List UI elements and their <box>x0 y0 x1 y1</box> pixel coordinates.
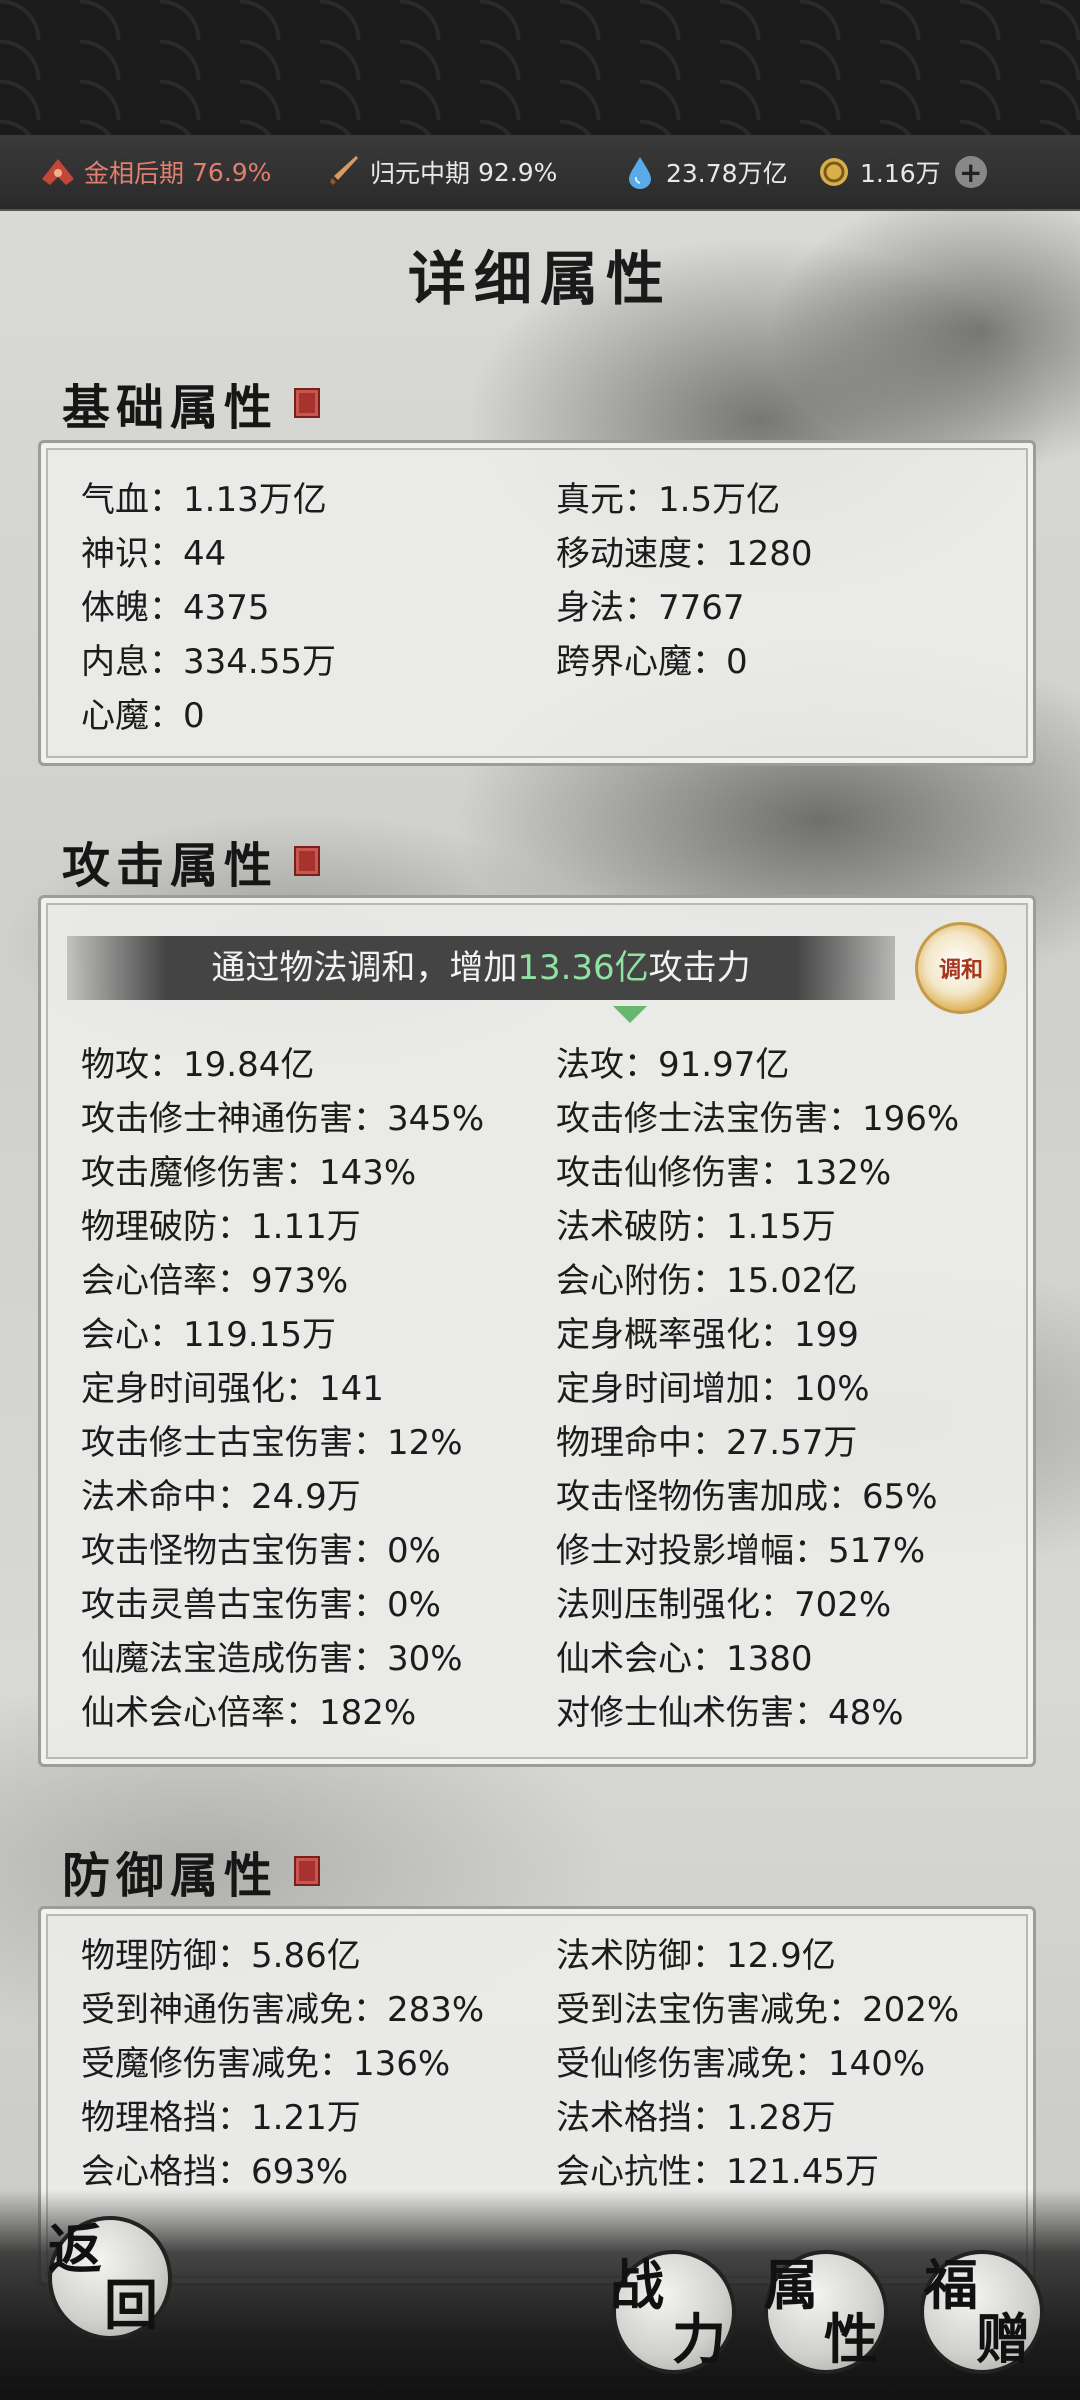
attr-cell: 身法：7767 <box>556 588 745 628</box>
basic-attributes-grid: 气血：1.13万亿 真元：1.5万亿 神识：44 移动速度：1280 体魄：43… <box>81 473 1013 743</box>
resource-bar: 金相后期 76.9% 归元中期 92.9% 23.78万亿 1.16万 + <box>0 135 1080 211</box>
attr-cell: 内息：334.55万 <box>81 642 336 682</box>
attr-cell: 受到神通伤害减免：283% <box>81 1990 485 2030</box>
attr-cell: 攻击修士神通伤害：345% <box>81 1099 485 1139</box>
attr-cell: 心魔：0 <box>81 696 205 736</box>
sword-icon <box>326 154 362 190</box>
attr-cell: 攻击修士古宝伤害：12% <box>81 1423 463 1463</box>
attr-cell: 定身概率强化：199 <box>556 1315 859 1355</box>
attr-cell: 攻击仙修伤害：132% <box>556 1153 892 1193</box>
add-coin-button[interactable]: + <box>954 156 987 189</box>
harmony-banner: 通过物法调和，增加13.36亿攻击力 <box>67 936 895 1000</box>
harmony-button[interactable]: 调和 <box>915 922 1007 1014</box>
back-button[interactable]: 返 回 <box>48 2216 172 2340</box>
harmony-label: 调和 <box>938 957 983 983</box>
attr-cell: 修士对投影增幅：517% <box>556 1531 926 1571</box>
attr-cell: 攻击怪物古宝伤害：0% <box>81 1531 441 1571</box>
attr-cell: 物理命中：27.57万 <box>556 1423 858 1463</box>
attributes-button[interactable]: 属 性 <box>764 2250 888 2374</box>
attr-cell: 受魔修伤害减免：136% <box>81 2044 451 2084</box>
attr-cell: 法术命中：24.9万 <box>81 1477 361 1517</box>
realm-value: 76.9% <box>192 157 272 187</box>
resource-spirit: 23.78万亿 <box>622 135 788 209</box>
attr-cell: 定身时间增加：10% <box>556 1369 870 1409</box>
page-title: 详细属性 <box>407 245 672 313</box>
gift-char-2: 赠 <box>976 2307 1030 2371</box>
seal-stamp-icon <box>294 846 321 876</box>
attr-cell: 仙魔法宝造成伤害：30% <box>81 1639 463 1679</box>
seal-stamp-icon <box>294 1856 321 1886</box>
back-char-1: 返 <box>48 2217 102 2281</box>
attr-cell: 法术防御：12.9亿 <box>556 1936 836 1976</box>
attributes-char-2: 性 <box>824 2307 878 2371</box>
attr-cell: 攻击魔修伤害：143% <box>81 1153 417 1193</box>
attr-cell: 体魄：4375 <box>81 588 270 628</box>
back-char-2: 回 <box>104 2273 158 2337</box>
attr-cell: 会心：119.15万 <box>81 1315 336 1355</box>
gift-char-1: 福 <box>924 2253 978 2317</box>
gift-button[interactable]: 福 赠 <box>920 2250 1044 2374</box>
section-title-defense: 防御属性 <box>62 1836 321 1906</box>
attr-cell: 物攻：19.84亿 <box>81 1045 315 1085</box>
coin-icon <box>816 154 852 190</box>
sword-realm-value: 92.9% <box>478 157 558 187</box>
attr-cell: 定身时间强化：141 <box>81 1369 384 1409</box>
attr-cell: 物理破防：1.11万 <box>81 1207 361 1247</box>
basic-attributes-panel: 气血：1.13万亿 真元：1.5万亿 神识：44 移动速度：1280 体魄：43… <box>38 440 1036 766</box>
attr-cell: 受仙修伤害减免：140% <box>556 2044 926 2084</box>
attributes-char-1: 属 <box>764 2253 818 2317</box>
attack-title-text: 攻击属性 <box>62 838 279 894</box>
section-title-basic: 基础属性 <box>62 368 321 438</box>
attr-cell: 物理格挡：1.21万 <box>81 2098 361 2138</box>
attr-cell: 物理防御：5.86亿 <box>81 1936 361 1976</box>
resource-sword: 归元中期 92.9% <box>326 135 557 209</box>
top-pattern-band <box>0 0 1080 135</box>
power-char-2: 力 <box>672 2307 726 2371</box>
attr-cell: 对修士仙术伤害：48% <box>556 1693 904 1733</box>
attr-cell <box>556 689 1026 743</box>
resource-coin: 1.16万 + <box>816 135 987 209</box>
attr-cell: 攻击怪物伤害加成：65% <box>556 1477 938 1517</box>
power-char-1: 战 <box>610 2253 664 2317</box>
attr-cell: 攻击修士法宝伤害：196% <box>556 1099 960 1139</box>
attr-cell: 攻击灵兽古宝伤害：0% <box>81 1585 441 1625</box>
attr-cell: 神识：44 <box>81 534 227 574</box>
attr-cell: 仙术会心：1380 <box>556 1639 813 1679</box>
sword-realm-label: 归元中期 <box>370 159 471 188</box>
resource-realm: 金相后期 76.9% <box>40 135 271 209</box>
attack-attributes-panel: 通过物法调和，增加13.36亿攻击力 调和 物攻：19.84亿 法攻：91.97亿… <box>38 895 1036 1767</box>
banner-text-suffix: 攻击力 <box>648 948 751 988</box>
down-arrow-icon <box>613 1006 647 1023</box>
banner-text-prefix: 通过物法调和，增加 <box>211 948 518 988</box>
seal-stamp-icon <box>294 388 321 418</box>
section-title-attack: 攻击属性 <box>62 826 321 896</box>
realm-icon <box>40 154 76 190</box>
basic-title-text: 基础属性 <box>62 380 279 436</box>
attr-cell: 气血：1.13万亿 <box>81 480 327 520</box>
spirit-drop-icon <box>622 154 658 190</box>
attr-cell: 法术格挡：1.28万 <box>556 2098 836 2138</box>
attr-cell: 移动速度：1280 <box>556 534 813 574</box>
attr-cell: 跨界心魔：0 <box>556 642 748 682</box>
attr-cell: 真元：1.5万亿 <box>556 480 781 520</box>
banner-highlight-value: 13.36亿 <box>517 948 649 988</box>
attr-cell: 法则压制强化：702% <box>556 1585 892 1625</box>
spirit-value: 23.78万亿 <box>666 159 788 188</box>
attr-cell: 会心附伤：15.02亿 <box>556 1261 858 1301</box>
coin-value: 1.16万 <box>860 159 941 188</box>
power-button[interactable]: 战 力 <box>610 2250 736 2374</box>
defense-title-text: 防御属性 <box>62 1848 279 1904</box>
attr-cell: 仙术会心倍率：182% <box>81 1693 417 1733</box>
realm-label: 金相后期 <box>84 159 185 188</box>
defense-attributes-grid: 物理防御：5.86亿 法术防御：12.9亿受到神通伤害减免：283% 受到法宝伤害减… <box>81 1929 1013 2199</box>
attr-cell: 受到法宝伤害减免：202% <box>556 1990 960 2030</box>
attr-cell: 法攻：91.97亿 <box>556 1045 790 1085</box>
attr-cell: 会心倍率：973% <box>81 1261 349 1301</box>
attr-cell: 法术破防：1.15万 <box>556 1207 836 1247</box>
attack-attributes-grid: 物攻：19.84亿 法攻：91.97亿攻击修士神通伤害：345% 攻击修士法宝伤害：… <box>81 1038 1013 1740</box>
